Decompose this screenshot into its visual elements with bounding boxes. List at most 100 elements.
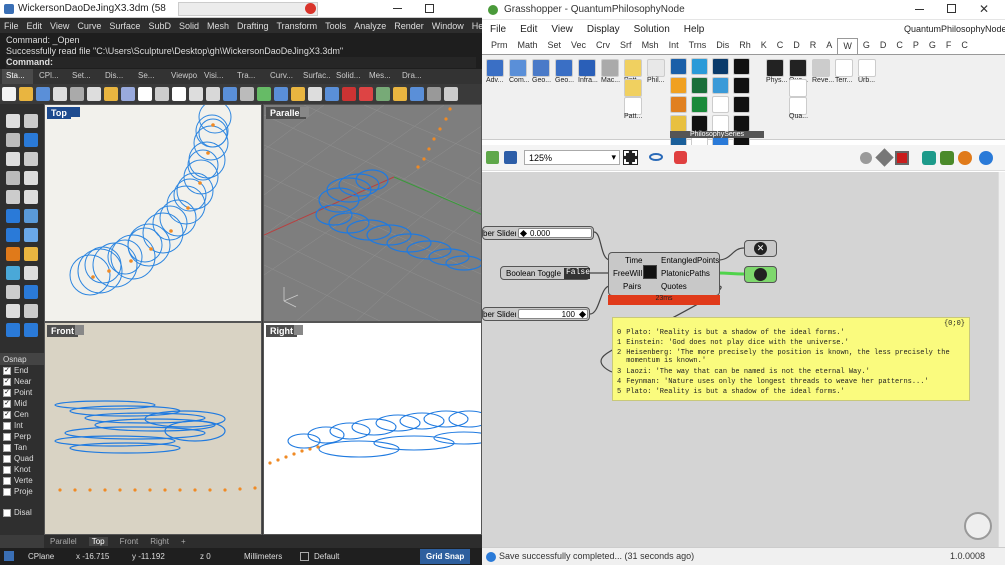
toolbar-tab[interactable]: Set... (68, 69, 99, 84)
toolbar-icon[interactable] (36, 87, 50, 101)
zoom-widget-icon[interactable] (964, 512, 992, 540)
gh-category-tab[interactable]: Crv (591, 38, 615, 54)
checkbox[interactable] (3, 443, 11, 452)
toolbar-icon[interactable] (257, 87, 271, 101)
viewport-tab[interactable]: Parallel (50, 537, 77, 546)
chevron-down-icon[interactable] (294, 325, 303, 335)
ribbon-group-icon[interactable] (601, 59, 619, 77)
slider-rail[interactable]: 100 (518, 309, 588, 319)
checkbox[interactable]: ✓ (3, 388, 11, 397)
menu-item[interactable]: View (50, 21, 69, 31)
side-tool-icon[interactable] (6, 304, 20, 318)
gh-category-tab[interactable]: G (858, 38, 875, 54)
gh-category-tab[interactable]: Dis (711, 38, 734, 54)
osnap-item[interactable]: Verte (0, 475, 44, 486)
save-icon[interactable] (504, 151, 517, 164)
osnap-item[interactable]: Int (0, 420, 44, 431)
checkbox[interactable]: ✓ (3, 399, 11, 408)
toolbar-icon[interactable] (70, 87, 84, 101)
side-tool-icon[interactable] (6, 247, 20, 261)
status-layer[interactable]: Default (314, 552, 339, 561)
checkbox[interactable] (3, 454, 11, 463)
philosophy-component-icon[interactable] (712, 115, 729, 132)
menu-item[interactable]: Drafting (237, 21, 269, 31)
grid-snap-button[interactable]: Grid Snap (420, 549, 471, 564)
side-tool-icon[interactable] (6, 171, 20, 185)
gh-menu-item[interactable]: View (551, 24, 573, 35)
checkbox[interactable] (3, 476, 11, 485)
number-slider-pairs[interactable]: ber Slider 100 (482, 307, 590, 321)
ribbon-group-icon[interactable] (555, 59, 573, 77)
toggle-value[interactable]: False (564, 268, 590, 279)
side-tool-icon[interactable] (6, 209, 20, 223)
gh-category-tab[interactable]: C (956, 38, 973, 54)
checkbox[interactable] (3, 487, 11, 496)
side-tool-icon[interactable] (6, 114, 20, 128)
toolbar-icon[interactable] (308, 87, 322, 101)
ribbon-group-icon[interactable] (789, 59, 807, 77)
toolbar-tab[interactable]: Visi... (200, 69, 231, 84)
ribbon-group-icon[interactable] (486, 59, 504, 77)
checkbox[interactable] (3, 432, 11, 441)
osnap-item[interactable]: ✓ End (0, 365, 44, 376)
side-tool-icon[interactable] (24, 323, 38, 337)
ribbon-group-icon[interactable] (578, 59, 596, 77)
layer-swatch[interactable] (300, 552, 309, 561)
toolbar-tab[interactable]: Surfac... (299, 69, 330, 84)
toolbar-tab[interactable]: Curv... (266, 69, 297, 84)
toolbar-tab[interactable]: Mes... (365, 69, 396, 84)
osnap-item[interactable]: Tan (0, 442, 44, 453)
viewport-top[interactable]: Top (44, 104, 262, 322)
side-tool-icon[interactable] (24, 247, 38, 261)
viewport-label-front[interactable]: Front (47, 325, 78, 337)
gh-category-tab[interactable]: C (772, 38, 789, 54)
toolbar-icon[interactable] (325, 87, 339, 101)
gh-category-tab[interactable]: G (924, 38, 941, 54)
stop-record-icon[interactable] (305, 3, 316, 14)
gh-category-tab[interactable]: Prm (486, 38, 513, 54)
philosophy-component-icon[interactable] (733, 96, 750, 113)
open-icon[interactable] (486, 151, 499, 164)
philosophy-component-icon[interactable] (670, 115, 687, 132)
osnap-disable[interactable]: Disal (0, 507, 44, 518)
philosophy-component-icon[interactable] (712, 58, 729, 75)
gh-category-tab[interactable]: Math (513, 38, 543, 54)
sketch-icon[interactable] (674, 151, 687, 164)
toolbar-icon[interactable] (155, 87, 169, 101)
philosophy-component-icon[interactable] (691, 77, 708, 94)
philosophy-component-icon[interactable] (670, 77, 687, 94)
toolbar-tab[interactable]: Solid... (332, 69, 363, 84)
wireframe-icon[interactable] (875, 148, 894, 167)
viewport-label-right[interactable]: Right (266, 325, 297, 337)
osnap-item[interactable]: Perp (0, 431, 44, 442)
chevron-down-icon[interactable] (71, 107, 80, 117)
side-tool-icon[interactable] (24, 152, 38, 166)
sphere-icon[interactable] (958, 151, 972, 165)
gh-category-tab[interactable]: K (756, 38, 772, 54)
checkbox[interactable]: ✓ (3, 377, 11, 386)
gh-category-tab[interactable]: Rh (734, 38, 756, 54)
viewport-tab[interactable]: Front (120, 537, 139, 546)
maximize-icon[interactable] (425, 4, 434, 13)
toolbar-icon[interactable] (376, 87, 390, 101)
side-tool-icon[interactable] (24, 285, 38, 299)
toolbar-icon[interactable] (274, 87, 288, 101)
gh-category-tab[interactable]: Int (664, 38, 684, 54)
side-tool-icon[interactable] (6, 266, 20, 280)
side-tool-icon[interactable] (6, 152, 20, 166)
point-param[interactable]: ✕ (744, 240, 777, 257)
toolbar-icon[interactable] (189, 87, 203, 101)
globe-icon[interactable] (979, 151, 993, 165)
gh-category-tab[interactable]: Trns (684, 38, 712, 54)
toolbar-icon[interactable] (427, 87, 441, 101)
philosophy-component-icon[interactable] (670, 96, 687, 113)
toolbar-icon[interactable] (19, 87, 33, 101)
toolbar-tab[interactable]: CPl... (35, 69, 66, 84)
side-tool-icon[interactable] (24, 114, 38, 128)
output-entangledpoints[interactable]: EntangledPoints (661, 256, 719, 265)
slider-grip[interactable] (519, 229, 528, 238)
osnap-item[interactable]: Knot (0, 464, 44, 475)
toolbar-tab[interactable]: Dra... (398, 69, 429, 84)
philosophy-component-icon[interactable] (712, 77, 729, 94)
toolbar-tab[interactable]: Viewpo... (167, 69, 198, 84)
